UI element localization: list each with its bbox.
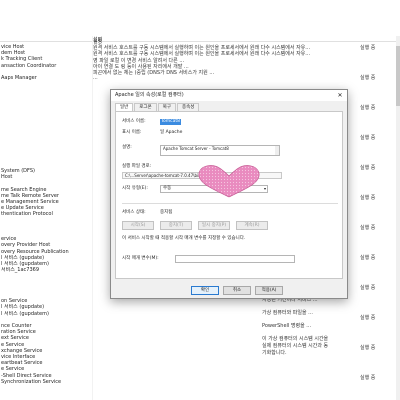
heart-sticker-icon	[198, 165, 260, 198]
table-row[interactable]	[0, 317, 400, 323]
description-value: Apache Tomcat Server - Tomcat8	[163, 146, 229, 151]
table-row[interactable]: ration Service	[0, 329, 400, 335]
service-name-cell: e Update Service	[1, 205, 44, 212]
table-row[interactable]: e Service	[0, 366, 400, 372]
service-name-cell: e Service	[1, 341, 25, 348]
scrollbar-thumb[interactable]	[396, 46, 400, 106]
close-icon[interactable]: ✕	[335, 91, 345, 100]
service-status-cell: 실행 중	[360, 375, 376, 381]
service-status-cell: 실행 중	[360, 45, 376, 51]
description-label: 설명:	[122, 145, 132, 150]
tab-recovery[interactable]: 복구	[157, 103, 176, 111]
service-name-cell: ration Service	[1, 329, 36, 336]
dialog-title-bar: Apache 일의 속성(로컬 컴퓨터) ✕	[111, 90, 347, 101]
service-status-cell: 실행 중	[360, 135, 376, 141]
service-name-cell: l 서비스 (gupdatem)	[1, 310, 49, 317]
service-description-cell: 가상 컴퓨터와 파일을 ...	[262, 310, 313, 316]
service-name-cell: System (DFS)	[1, 168, 35, 174]
dialog-tabs: 일반 로그온 복구 종속성	[115, 103, 200, 112]
service-name-cell: Synchronization Service	[1, 378, 62, 385]
service-name-cell: overy Provider Host	[1, 242, 51, 249]
start-parameters-label: 시작 매개 변수(M):	[122, 256, 159, 261]
service-status-label: 서비스 상태:	[122, 210, 146, 215]
service-name-cell: thentication Protocol	[1, 211, 53, 218]
table-row[interactable]: on Service	[0, 298, 400, 304]
description-field[interactable]: Apache Tomcat Server - Tomcat8	[160, 145, 280, 156]
tab-logon[interactable]: 로그온	[134, 103, 157, 111]
service-name-cell: vice Host	[1, 44, 25, 50]
service-name-label: 서비스 이름:	[122, 119, 146, 124]
startup-type-label: 시작 유형(E):	[122, 186, 148, 191]
table-row[interactable]: eartbeat Service	[0, 360, 400, 366]
table-row[interactable]: e Service	[0, 342, 400, 348]
service-description-cell: PowerShell 명령을 ...	[262, 323, 312, 329]
service-status-cell: 실행 중	[360, 285, 376, 291]
service-status-cell: 실행 중	[360, 165, 376, 171]
ok-button[interactable]: 확인	[191, 286, 219, 295]
table-row[interactable]: l 서비스 (gupdatem)	[0, 311, 400, 317]
resume-button[interactable]: 계속(R)	[236, 221, 268, 230]
service-status-value: 중지됨	[160, 210, 173, 215]
start-button[interactable]: 시작(S)	[122, 221, 154, 230]
service-name-cell: overy Resource Publication	[1, 248, 69, 255]
table-row[interactable]: -Shell Direct Service	[0, 373, 400, 379]
service-status-cell: 실행 중	[360, 195, 376, 201]
service-status-cell: 실행 중	[360, 255, 376, 261]
dialog-title: Apache 일의 속성(로컬 컴퓨터)	[115, 92, 184, 98]
table-row[interactable]: ext Service	[0, 335, 400, 341]
service-name-cell: xchange Service	[1, 347, 43, 354]
display-name-label: 표시 이름:	[122, 130, 142, 135]
service-name-cell: ext Service	[1, 335, 29, 342]
service-description-cell: 이 가상 컴퓨터의 시스템 시간을 실제 컴퓨터의 시스템 시간과 동기화합니다…	[262, 336, 329, 356]
cancel-button[interactable]: 취소	[223, 286, 251, 295]
apply-button[interactable]: 적용(A)	[255, 286, 283, 295]
service-name-value[interactable]: Tomcat8	[160, 119, 181, 125]
service-name-cell: Host	[1, 174, 13, 181]
table-row[interactable]: vice Interface	[0, 354, 400, 360]
table-row[interactable]: nce Counter	[0, 323, 400, 329]
vertical-scrollbar[interactable]	[396, 36, 400, 400]
table-row[interactable]: xchange Service	[0, 348, 400, 354]
service-description-cell: ...	[93, 75, 98, 82]
table-row[interactable]: Synchronization Service	[0, 379, 400, 385]
service-status-cell: 실행 중	[360, 105, 376, 111]
service-status-cell: 실행 중	[360, 315, 376, 321]
path-label: 실행 파일 경로:	[122, 164, 152, 169]
service-name-cell: -Shell Direct Service	[1, 372, 52, 379]
description-scrollbar[interactable]	[275, 146, 279, 155]
table-row[interactable]: l 서비스 (gupdate)	[0, 304, 400, 310]
service-status-cell: 실행 중	[360, 75, 376, 81]
service-name-cell: k Tracking Client	[1, 56, 43, 63]
service-status-cell: 실행 중	[360, 225, 376, 231]
pause-button[interactable]: 일시 중지(P)	[198, 221, 230, 230]
table-row[interactable]	[0, 81, 400, 87]
service-name-cell: eartbeat Service	[1, 360, 43, 367]
service-name-cell: 서비스_1ac7369	[1, 267, 40, 274]
tab-dependencies[interactable]: 종속성	[176, 103, 200, 111]
startup-type-value: 수동	[163, 186, 172, 191]
service-name-cell: me Talk Remote Server	[1, 192, 59, 199]
service-name-cell: vice Interface	[1, 354, 36, 360]
service-name-cell: ervice	[1, 236, 17, 243]
service-name-cell: Aaps Manager	[1, 75, 37, 81]
service-name-cell: l 서비스 (gupdatem)	[1, 261, 49, 267]
start-parameters-input[interactable]	[175, 255, 295, 263]
service-name-cell: dem Host	[1, 50, 26, 57]
service-name-cell: me Search Engine	[1, 186, 47, 193]
service-status-cell: 실행 중	[360, 345, 376, 351]
service-name-cell: l 서비스 (gupdate)	[1, 304, 45, 311]
service-name-cell: nce Counter	[1, 323, 32, 329]
service-name-cell: e Service	[1, 366, 25, 373]
stop-button[interactable]: 중지(T)	[160, 221, 192, 230]
service-name-cell: e Management Service	[1, 199, 59, 205]
divider	[122, 203, 338, 204]
service-name-cell: on Service	[1, 298, 28, 305]
display-name-value[interactable]: 일 Apache	[160, 130, 182, 136]
start-parameters-note: 이 서비스 시작할 때 적용할 시작 매개 변수를 지정할 수 있습니다.	[122, 236, 246, 241]
service-name-cell: l 서비스 (gupdate)	[1, 254, 45, 261]
service-name-cell: ansaction Coordinator	[1, 62, 57, 69]
